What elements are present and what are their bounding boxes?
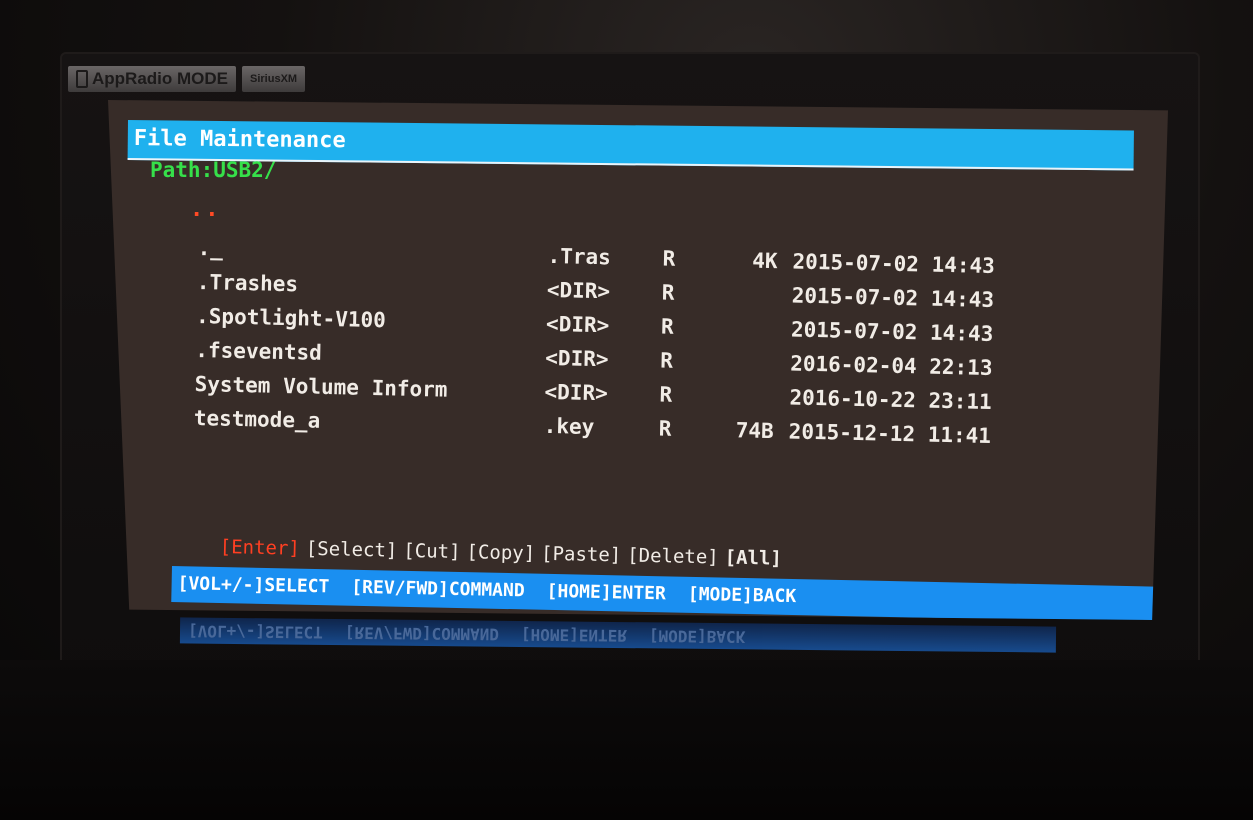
file-size: [716, 316, 776, 317]
file-name: testmode_a: [193, 405, 321, 433]
enter-command[interactable]: [Enter]: [220, 536, 301, 560]
file-date: 2016-02-04 22:13: [789, 351, 993, 381]
file-name: ._: [197, 236, 224, 261]
file-date: 2015-07-02 14:43: [790, 317, 994, 347]
file-type: <DIR>: [546, 277, 611, 304]
file-size: [716, 350, 776, 351]
file-size: 74B: [735, 418, 774, 444]
head-unit-top-bar: AppRadio MODE SiriusXM: [68, 66, 306, 92]
parent-directory-item[interactable]: ..: [190, 197, 221, 222]
file-date: 2015-12-12 11:41: [788, 419, 992, 449]
page-title: File Maintenance: [133, 126, 346, 154]
siriusxm-label: SiriusXM: [250, 73, 298, 85]
file-attribute: R: [662, 246, 676, 271]
file-attribute: R: [661, 280, 675, 305]
file-list: ._ .Tras R 4K 2015-07-02 14:43 .Trashes …: [193, 236, 1067, 460]
file-date: 2016-10-22 23:11: [789, 385, 993, 415]
reflection-select: [VOL+/-]SELECT: [187, 621, 323, 642]
file-size: 4K: [752, 248, 778, 274]
file-size: [717, 282, 777, 283]
dashboard-shadow: [0, 660, 1253, 820]
help-select: [VOL+/-]SELECT: [177, 573, 330, 598]
phone-icon: [76, 70, 88, 88]
photo-scene: AppRadio MODE SiriusXM File Maintenance …: [0, 0, 1253, 820]
file-type: .key: [543, 413, 595, 440]
file-type: <DIR>: [544, 379, 609, 406]
help-back: [MODE]BACK: [687, 583, 797, 608]
file-attribute: R: [658, 416, 672, 441]
select-command[interactable]: [Select]: [306, 538, 398, 562]
file-name: .Trashes: [196, 269, 299, 297]
current-path: Path:USB2/: [150, 158, 277, 182]
delete-command[interactable]: [Delete]: [627, 545, 719, 569]
file-name: .Spotlight-V100: [195, 303, 387, 333]
file-type: <DIR>: [545, 311, 610, 338]
title-bar: File Maintenance: [127, 120, 1134, 171]
file-date: 2015-07-02 14:43: [791, 283, 995, 313]
file-attribute: R: [659, 382, 673, 407]
file-type: .Tras: [547, 243, 612, 270]
file-attribute: R: [660, 348, 674, 373]
file-type: <DIR>: [545, 345, 609, 372]
copy-command[interactable]: [Copy]: [466, 541, 535, 564]
appradio-mode-button[interactable]: AppRadio MODE: [68, 66, 236, 92]
reflection-enter: [HOME]ENTER: [520, 624, 628, 646]
file-name: System Volume Inform: [194, 371, 448, 402]
all-command[interactable]: [All]: [724, 547, 782, 570]
cut-command[interactable]: [Cut]: [403, 540, 461, 563]
file-name: .fseventsd: [195, 337, 323, 365]
help-command: [REV/FWD]COMMAND: [351, 576, 525, 602]
reflection-back: [MODE]BACK: [648, 626, 746, 647]
paste-command[interactable]: [Paste]: [541, 543, 622, 567]
appradio-mode-label: AppRadio MODE: [92, 69, 228, 88]
file-date: 2015-07-02 14:43: [792, 249, 996, 279]
siriusxm-button[interactable]: SiriusXM: [242, 66, 306, 92]
reflection-command: [REV/FWD]COMMAND: [344, 623, 500, 644]
file-size: [715, 384, 775, 385]
help-enter: [HOME]ENTER: [546, 580, 667, 605]
file-attribute: R: [660, 314, 674, 339]
command-menu: [Enter] [Select] [Cut] [Copy] [Paste] [Delete…: [220, 536, 789, 570]
display-screen: File Maintenance Path:USB2/ .. ._ .Tras …: [108, 100, 1168, 620]
